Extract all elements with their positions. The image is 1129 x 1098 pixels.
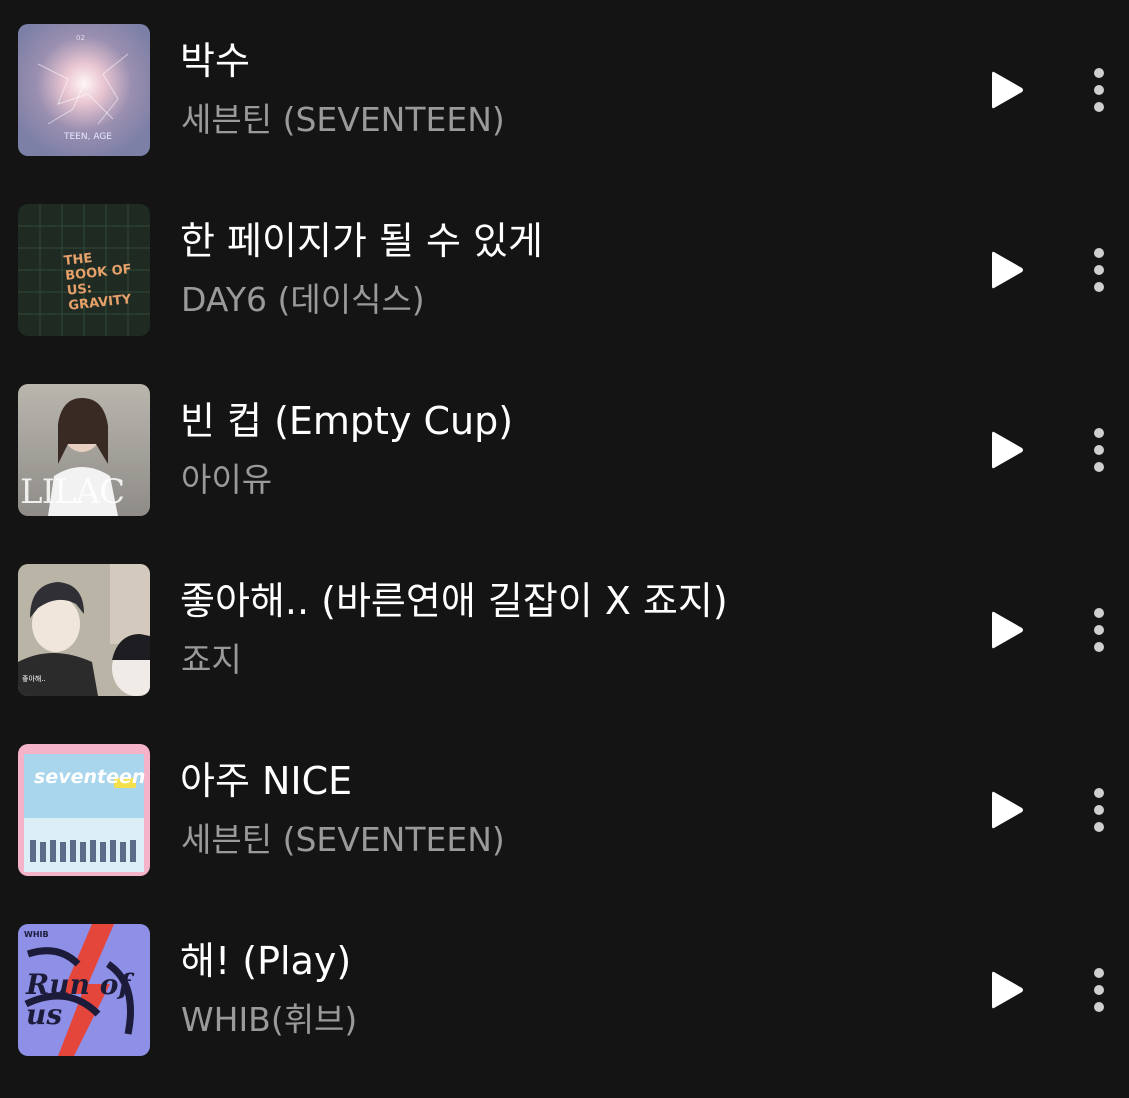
album-cover-art (18, 24, 150, 156)
track-row[interactable]: 좋아해.. 좋아해.. (바른연애 길잡이 X 죠지) 죠지 (0, 540, 1129, 720)
play-button[interactable] (980, 424, 1032, 476)
track-artist[interactable]: DAY6 (데이식스) (181, 280, 425, 320)
play-button[interactable] (980, 784, 1032, 836)
track-artist[interactable]: 세븐틴 (SEVENTEEN) (181, 100, 505, 140)
album-cover: WHIB Run of us (18, 924, 150, 1056)
album-cover-art (18, 744, 150, 876)
play-icon (992, 791, 1023, 829)
more-options-button[interactable] (1078, 244, 1120, 296)
play-button[interactable] (980, 244, 1032, 296)
album-cover-art (18, 384, 150, 516)
track-artist[interactable]: 아이유 (181, 460, 272, 500)
more-vertical-icon (1094, 248, 1104, 292)
track-row[interactable]: WHIB Run of us 해! (Play) WHIB(휘브) (0, 900, 1129, 1080)
track-row[interactable]: seventeen 아주 NICE 세븐틴 (SEVENTEEN) (0, 720, 1129, 900)
play-icon (992, 431, 1023, 469)
more-vertical-icon (1094, 68, 1104, 112)
play-icon (992, 611, 1023, 649)
play-button[interactable] (980, 964, 1032, 1016)
more-vertical-icon (1094, 968, 1104, 1012)
track-title[interactable]: 한 페이지가 될 수 있게 (180, 218, 543, 264)
more-options-button[interactable] (1078, 964, 1120, 1016)
track-artist[interactable]: 세븐틴 (SEVENTEEN) (181, 820, 505, 860)
album-cover: seventeen (18, 744, 150, 876)
album-cover-art (18, 564, 150, 696)
play-icon (992, 71, 1023, 109)
more-options-button[interactable] (1078, 424, 1120, 476)
album-cover: THE BOOK OF US: GRAVITY (18, 204, 150, 336)
play-button[interactable] (980, 64, 1032, 116)
more-options-button[interactable] (1078, 604, 1120, 656)
more-vertical-icon (1094, 788, 1104, 832)
track-row[interactable]: LILAC 빈 컵 (Empty Cup) 아이유 (0, 360, 1129, 540)
track-artist[interactable]: 죠지 (181, 640, 242, 680)
track-title[interactable]: 박수 (180, 38, 250, 84)
play-icon (992, 971, 1023, 1009)
track-list: 02 TEEN, AGE 박수 세븐틴 (SEVENTEEN) THE BOOK… (0, 0, 1129, 1098)
album-cover-art (18, 204, 150, 336)
track-title[interactable]: 좋아해.. (바른연애 길잡이 X 죠지) (180, 578, 728, 624)
track-row[interactable]: THE BOOK OF US: GRAVITY 한 페이지가 될 수 있게 DA… (0, 180, 1129, 360)
track-row[interactable]: 02 TEEN, AGE 박수 세븐틴 (SEVENTEEN) (0, 0, 1129, 180)
album-cover-art (18, 924, 150, 1056)
track-title[interactable]: 빈 컵 (Empty Cup) (180, 398, 513, 444)
track-title[interactable]: 해! (Play) (180, 938, 351, 984)
album-cover: LILAC (18, 384, 150, 516)
more-options-button[interactable] (1078, 64, 1120, 116)
track-title[interactable]: 아주 NICE (180, 758, 352, 804)
album-cover: 02 TEEN, AGE (18, 24, 150, 156)
more-vertical-icon (1094, 428, 1104, 472)
play-button[interactable] (980, 604, 1032, 656)
album-cover: 좋아해.. (18, 564, 150, 696)
more-vertical-icon (1094, 608, 1104, 652)
track-artist[interactable]: WHIB(휘브) (181, 1000, 357, 1040)
play-icon (992, 251, 1023, 289)
more-options-button[interactable] (1078, 784, 1120, 836)
